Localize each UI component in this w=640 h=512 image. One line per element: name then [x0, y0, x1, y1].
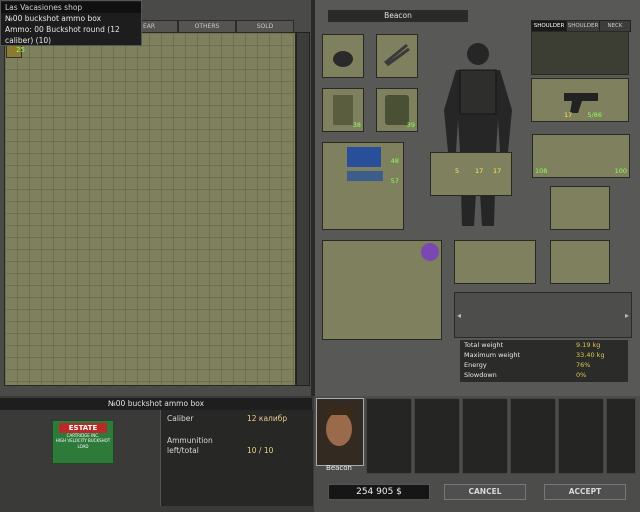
stat-weight-label: Total weight — [464, 341, 504, 349]
stat-max-weight: Maximum weight 33.40 kg — [460, 350, 628, 360]
tab-sold-label: SOLD — [256, 23, 274, 30]
backpack-grid[interactable] — [322, 240, 442, 340]
mags-left-qty: 108 — [535, 167, 548, 175]
merc-slot-3[interactable] — [462, 398, 508, 474]
body-silhouette — [444, 43, 512, 226]
scroll-right-icon[interactable]: ▸ — [625, 311, 629, 320]
ammo-label-2: left/total — [167, 446, 199, 455]
item-stats: Caliber 12 калибр Ammunition left/total … — [160, 410, 313, 506]
merc-slot-1[interactable] — [366, 398, 412, 474]
merc-title: Beacon — [328, 10, 468, 22]
ammo-label: Ammunition — [167, 436, 213, 445]
brand-label: ESTATE — [59, 423, 107, 433]
ammo-value: 10 / 10 — [247, 446, 274, 455]
tooltip-line3: caliber) (10) — [5, 36, 52, 45]
goggles-icon — [384, 43, 410, 67]
tab-others-label: OTHERS — [194, 23, 220, 30]
vest-slot[interactable]: 38 — [322, 88, 364, 132]
stat-max-weight-label: Maximum weight — [464, 351, 521, 359]
grenade-qty-3: 17 — [493, 167, 502, 175]
helmet-slot[interactable] — [322, 34, 364, 78]
backpack-condition: 39 — [406, 121, 415, 129]
vest-condition: 38 — [352, 121, 361, 129]
pocket-grid-center[interactable]: 5 17 17 — [430, 152, 512, 196]
ammo-qty: 57 — [390, 177, 399, 185]
accept-button[interactable]: ACCEPT — [544, 484, 626, 500]
stat-slowdown: Slowdown 0% — [460, 370, 628, 380]
stat-max-weight-value: 33.40 kg — [576, 351, 605, 359]
small-pocket-3[interactable] — [550, 240, 610, 284]
merc-portrait[interactable] — [316, 398, 364, 466]
pistol-ammo: 17 — [564, 111, 573, 119]
tooltip-line2: Ammo: 00 Buckshot round (12 — [5, 25, 120, 34]
caliber-label: Caliber — [167, 414, 194, 423]
small-pocket-2[interactable] — [454, 240, 536, 284]
money-display: 254 905 $ — [328, 484, 430, 500]
helmet-icon — [333, 51, 353, 67]
ammo-box-qty: 25 — [16, 46, 25, 54]
small-pocket-1[interactable] — [550, 186, 610, 230]
shop-scrollbar[interactable] — [296, 32, 310, 386]
case-condition: 48 — [390, 157, 399, 165]
tape-item[interactable] — [421, 243, 439, 261]
mags-right-qty: 100 — [614, 167, 627, 175]
weapon-slot[interactable]: 17 5/86 — [531, 78, 629, 122]
merc-slot-4[interactable] — [510, 398, 556, 474]
pistol-condition: 5/86 — [587, 111, 602, 119]
stat-energy-label: Energy — [464, 361, 487, 369]
item-tooltip: Las Vacasiones shop №00 buckshot ammo bo… — [0, 0, 142, 46]
tab-ear-label: EAR — [142, 23, 156, 30]
shop-grid[interactable] — [4, 32, 296, 386]
stat-slowdown-label: Slowdown — [464, 371, 497, 379]
tab-neck-label: NECK — [607, 23, 623, 29]
backpack-slot[interactable]: 39 — [376, 88, 418, 132]
merc-name: Beacon — [326, 464, 352, 472]
item-detail-title: №00 buckshot ammo box — [0, 398, 312, 410]
head-gear-slot[interactable] — [376, 34, 418, 78]
stat-slowdown-value: 0% — [576, 371, 587, 379]
pocket-grid-right[interactable]: 108 100 — [532, 134, 630, 178]
tooltip-line1: №00 buckshot ammo box — [5, 14, 102, 23]
tooltip-title: Las Vacasiones shop — [1, 2, 141, 13]
merc-slot-2[interactable] — [414, 398, 460, 474]
merc-slot-6[interactable] — [606, 398, 636, 474]
tab-shoulder-1-label: SHOULDER — [533, 23, 565, 29]
shoulder-slot[interactable] — [531, 31, 629, 75]
grenade-qty-1: 5 — [455, 167, 460, 175]
avatar — [317, 399, 361, 463]
stat-weight-value: 9.19 kg — [576, 341, 601, 349]
grenade-qty-2: 17 — [475, 167, 484, 175]
cancel-button[interactable]: CANCEL — [444, 484, 526, 500]
inventory-scroller[interactable]: ◂ ▸ — [454, 292, 632, 338]
pistol-icon — [564, 93, 598, 113]
stat-weight: Total weight 9.19 kg — [460, 340, 628, 350]
ammo-mag-item[interactable] — [347, 171, 383, 181]
stat-energy: Energy 76% — [460, 360, 628, 370]
tab-shoulder-2-label: SHOULDER — [567, 23, 599, 29]
merc-slot-5[interactable] — [558, 398, 604, 474]
brand-desc: HIGH VELOCITY BUCKSHOT LOAD — [55, 438, 111, 449]
case-item[interactable] — [347, 147, 381, 167]
pocket-grid-left[interactable]: 48 57 — [322, 142, 404, 230]
ammo-box-image: ESTATE CARTRIDGE INC. HIGH VELOCITY BUCK… — [52, 420, 114, 464]
caliber-value: 12 калибр — [247, 414, 288, 423]
scroll-left-icon[interactable]: ◂ — [457, 311, 461, 320]
stat-energy-value: 76% — [576, 361, 591, 369]
